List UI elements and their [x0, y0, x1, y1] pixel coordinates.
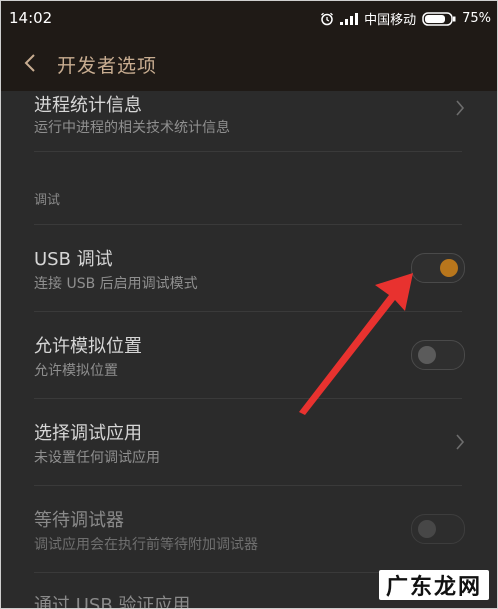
alarm-icon	[321, 12, 334, 25]
page-title: 开发者选项	[57, 55, 158, 77]
list-item-wait-for-debugger: 等待调试器 调试应用会在执行前等待附加调试器	[1, 486, 497, 572]
watermark-text: 广东龙网	[385, 575, 482, 600]
item-title: 选择调试应用	[34, 423, 142, 444]
item-title: 等待调试器	[34, 510, 124, 531]
chevron-left-icon[interactable]	[23, 53, 37, 73]
item-subtitle: 未设置任何调试应用	[34, 450, 160, 466]
status-bar: 14:02 中国移动 75%	[1, 1, 497, 35]
status-carrier: 中国移动	[364, 13, 417, 28]
item-subtitle: 运行中进程的相关技术统计信息	[34, 120, 230, 136]
item-subtitle: 连接 USB 后启用调试模式	[34, 276, 198, 292]
divider	[34, 151, 462, 152]
item-title: USB 调试	[34, 249, 113, 270]
watermark: 广东龙网	[379, 570, 489, 600]
list-item-select-debug-app[interactable]: 选择调试应用 未设置任何调试应用	[1, 399, 497, 485]
status-time: 14:02	[9, 9, 53, 27]
item-title: 允许模拟位置	[34, 336, 142, 357]
toggle-knob	[418, 346, 436, 364]
status-battery: 75%	[462, 11, 491, 26]
section-header-debug: 调试	[34, 193, 61, 208]
signal-icon	[340, 12, 359, 25]
usb-debugging-toggle[interactable]	[411, 253, 465, 283]
mock-location-toggle[interactable]	[411, 340, 465, 370]
annotation-arrow	[299, 273, 413, 415]
item-title: 通过 USB 验证应用	[34, 595, 191, 608]
item-title: 进程统计信息	[34, 95, 142, 116]
toggle-knob	[440, 259, 458, 277]
settings-list[interactable]: 进程统计信息 运行中进程的相关技术统计信息 调试 USB 调试 连接 USB 后…	[1, 91, 497, 608]
list-item-process-stats[interactable]: 进程统计信息 运行中进程的相关技术统计信息	[1, 91, 497, 151]
item-subtitle: 调试应用会在执行前等待附加调试器	[34, 537, 258, 553]
toggle-knob	[418, 520, 436, 538]
battery-icon	[422, 11, 456, 26]
wait-for-debugger-toggle	[411, 514, 465, 544]
status-right-group: 中国移动 75%	[320, 9, 491, 28]
chevron-right-icon	[456, 100, 465, 116]
app-bar: 开发者选项	[1, 35, 497, 91]
list-item-mock-location[interactable]: 允许模拟位置 允许模拟位置	[1, 312, 497, 398]
chevron-right-icon	[456, 434, 465, 450]
list-item-usb-debugging[interactable]: USB 调试 连接 USB 后启用调试模式	[1, 225, 497, 311]
phone-screen: 14:02 中国移动 75% 开发者选项 进程统计信息 运行中进程的相关技术统计…	[0, 0, 498, 609]
item-subtitle: 允许模拟位置	[34, 363, 118, 379]
